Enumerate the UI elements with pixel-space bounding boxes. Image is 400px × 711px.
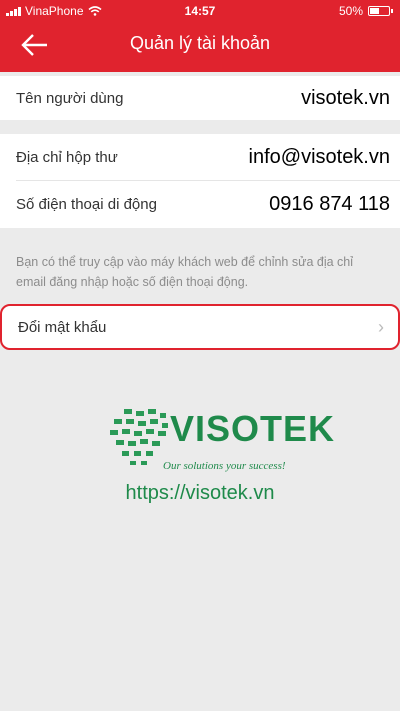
app-header: VinaPhone 14:57 50% Quản lý tài khoản bbox=[0, 0, 400, 72]
chevron-right-icon: › bbox=[378, 316, 384, 337]
page-title: Quản lý tài khoản bbox=[129, 33, 271, 53]
phone-row[interactable]: Số điện thoại di động 0916 874 118 bbox=[0, 181, 400, 227]
change-password-row[interactable]: Đổi mật khẩu › bbox=[0, 304, 400, 350]
phone-value: 0916 874 118 bbox=[269, 192, 390, 215]
email-value: info@visotek.vn bbox=[248, 145, 390, 168]
status-bar: VinaPhone 14:57 50% bbox=[0, 0, 400, 22]
info-note: Bạn có thể truy cập vào máy khách web để… bbox=[16, 255, 354, 289]
brand-url: https://visotek.vn bbox=[125, 482, 275, 504]
brand-slogan: Our solutions your success! bbox=[163, 460, 286, 472]
battery-percent: 50% bbox=[338, 4, 363, 18]
email-row[interactable]: Địa chỉ hộp thư info@visotek.vn bbox=[0, 134, 400, 180]
username-card: Tên người dùng visotek.vn bbox=[0, 76, 400, 120]
username-row[interactable]: Tên người dùng visotek.vn bbox=[0, 76, 400, 120]
battery-icon bbox=[368, 6, 393, 16]
username-value: visotek.vn bbox=[301, 86, 390, 109]
brand-name: VISOTEK bbox=[170, 408, 336, 449]
contact-card: Địa chỉ hộp thư info@visotek.vn Số điện … bbox=[0, 134, 400, 228]
change-password-label: Đổi mật khẩu bbox=[18, 318, 107, 336]
phone-label: Số điện thoại di động bbox=[16, 195, 157, 213]
email-label: Địa chỉ hộp thư bbox=[16, 148, 118, 166]
username-label: Tên người dùng bbox=[16, 89, 124, 107]
